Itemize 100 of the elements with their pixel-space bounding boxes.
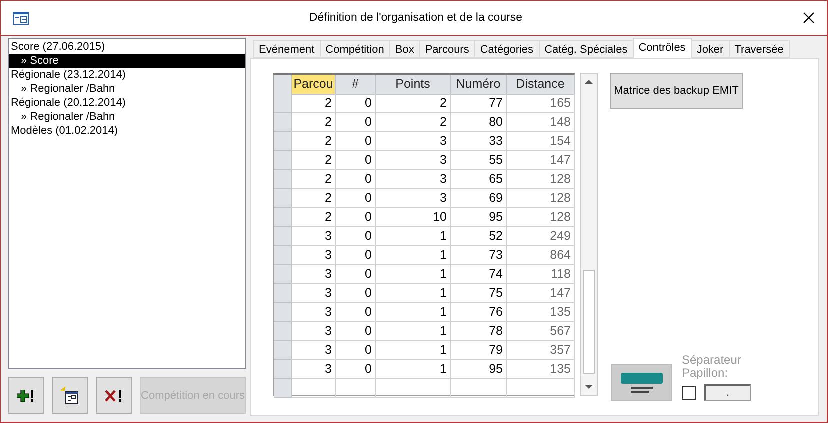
table-cell: 135 — [507, 303, 575, 322]
scroll-thumb[interactable] — [583, 270, 595, 374]
logo-icon — [611, 364, 672, 401]
table-cell: 55 — [451, 151, 507, 170]
tree-item[interactable]: » Regionaler /Bahn — [9, 82, 245, 96]
table-cell: 1 — [376, 341, 451, 360]
new-row-cell[interactable] — [451, 379, 507, 398]
table-cell: 3 — [376, 151, 451, 170]
tab[interactable]: Evénement — [253, 40, 321, 58]
row-selector[interactable] — [274, 265, 292, 284]
tab[interactable]: Compétition — [320, 40, 390, 58]
table-cell: 118 — [507, 265, 575, 284]
table-cell: 0 — [336, 360, 376, 379]
row-selector[interactable] — [274, 379, 292, 398]
table-cell: 154 — [507, 132, 575, 151]
table-cell: 3 — [292, 265, 336, 284]
select-all-corner[interactable] — [274, 75, 292, 96]
table-cell: 3 — [292, 341, 336, 360]
table-cell: 2 — [292, 170, 336, 189]
table-cell: 0 — [336, 132, 376, 151]
table-cell: 0 — [336, 227, 376, 246]
table-cell: 2 — [292, 113, 336, 132]
row-selector[interactable] — [274, 246, 292, 265]
new-row-cell[interactable] — [376, 379, 451, 398]
table-cell: 0 — [336, 94, 376, 113]
row-selector[interactable] — [274, 189, 292, 208]
row-selector[interactable] — [274, 94, 292, 113]
column-header[interactable]: Distance — [507, 75, 575, 95]
backup-matrix-button[interactable]: Matrice des backup EMIT — [610, 73, 743, 109]
row-selector[interactable] — [274, 322, 292, 341]
tab[interactable]: Traversée — [728, 40, 790, 58]
column-header[interactable]: # — [336, 75, 376, 95]
row-selector[interactable] — [274, 360, 292, 379]
tree-item[interactable]: » Regionaler /Bahn — [9, 110, 245, 124]
table-cell: 2 — [292, 189, 336, 208]
scrollbar[interactable] — [580, 73, 598, 396]
column-header[interactable]: Points — [376, 75, 451, 95]
table-cell: 3 — [292, 284, 336, 303]
table-cell: 75 — [451, 284, 507, 303]
table-cell: 0 — [336, 322, 376, 341]
row-selector[interactable] — [274, 170, 292, 189]
table-cell: 95 — [451, 360, 507, 379]
tab[interactable]: Catégories — [474, 40, 540, 58]
table-cell: 3 — [376, 189, 451, 208]
separator-label: Séparateur Papillon: — [682, 354, 742, 380]
row-selector[interactable] — [274, 284, 292, 303]
row-selector[interactable] — [274, 303, 292, 322]
table-cell: 0 — [336, 113, 376, 132]
table-cell: 79 — [451, 341, 507, 360]
add-button[interactable] — [8, 377, 44, 414]
row-selector[interactable] — [274, 208, 292, 227]
tab[interactable]: Contrôles — [632, 38, 692, 58]
new-button[interactable] — [52, 377, 88, 414]
table-cell: 128 — [507, 170, 575, 189]
window-title: Définition de l'organisation et de la course — [308, 12, 524, 24]
delete-button[interactable] — [96, 377, 132, 414]
table-cell: 135 — [507, 360, 575, 379]
tree-item[interactable]: Régionale (23.12.2014) — [9, 68, 245, 82]
tab[interactable]: Joker — [690, 40, 730, 58]
row-selector[interactable] — [274, 113, 292, 132]
table-cell: 1 — [376, 227, 451, 246]
table-cell: 3 — [376, 132, 451, 151]
table-cell: 33 — [451, 132, 507, 151]
tree-item[interactable]: » Score — [9, 54, 245, 68]
new-row-cell[interactable] — [292, 379, 336, 398]
table-cell: 2 — [292, 151, 336, 170]
table-cell: 1 — [376, 284, 451, 303]
table-cell: 95 — [451, 208, 507, 227]
add-icon — [17, 390, 35, 402]
table-cell: 77 — [451, 94, 507, 113]
form-icon — [13, 12, 29, 24]
table-cell: 2 — [292, 94, 336, 113]
tab[interactable]: Parcours — [419, 40, 476, 58]
close-icon[interactable] — [803, 12, 815, 24]
table-cell: 1 — [376, 360, 451, 379]
tree-item[interactable]: Modèles (01.02.2014) — [9, 124, 245, 138]
table-cell: 0 — [336, 246, 376, 265]
column-header[interactable]: Parcou — [292, 75, 336, 95]
table-cell: 74 — [451, 265, 507, 284]
table-cell: 2 — [376, 113, 451, 132]
table-cell: 0 — [336, 189, 376, 208]
tree-item[interactable]: Score (27.06.2015) — [9, 40, 245, 54]
table-cell: 1 — [376, 303, 451, 322]
row-selector[interactable] — [274, 227, 292, 246]
table-cell: 165 — [507, 94, 575, 113]
table-cell: 65 — [451, 170, 507, 189]
table-cell: 3 — [292, 246, 336, 265]
tab[interactable]: Catég. Spéciales — [538, 40, 634, 58]
row-selector[interactable] — [274, 132, 292, 151]
column-header[interactable]: Numéro — [451, 75, 507, 95]
new-form-icon — [61, 386, 80, 404]
new-row-cell[interactable] — [507, 379, 575, 398]
table-cell: 2 — [376, 94, 451, 113]
table-cell: 1 — [376, 322, 451, 341]
tab[interactable]: Box — [389, 40, 420, 58]
table-cell: 0 — [336, 170, 376, 189]
row-selector[interactable] — [274, 151, 292, 170]
row-selector[interactable] — [274, 341, 292, 360]
new-row-cell[interactable] — [336, 379, 376, 398]
tree-item[interactable]: Régionale (20.12.2014) — [9, 96, 245, 110]
